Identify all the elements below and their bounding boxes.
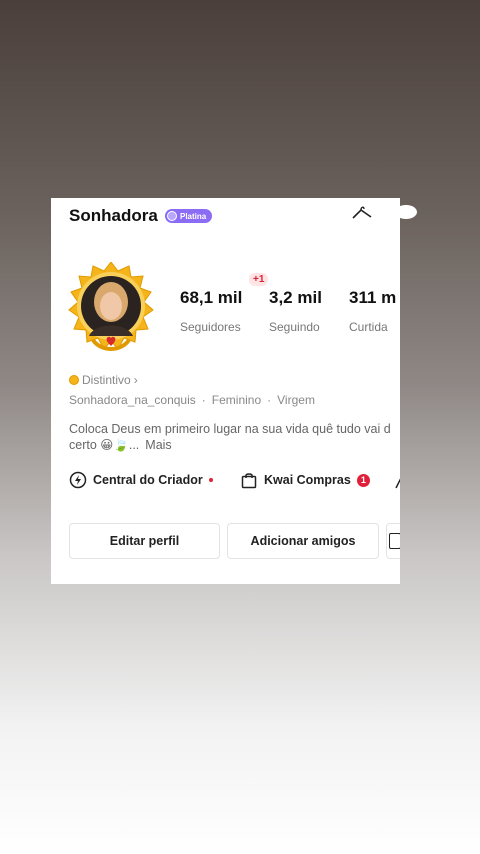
level-badge-icon (167, 211, 177, 221)
edit-profile-button[interactable]: Editar perfil (69, 523, 220, 559)
following-value: 3,2 mil (269, 288, 322, 307)
more-action-icon[interactable] (394, 475, 400, 489)
chevron-right-icon: › (133, 373, 138, 387)
kwai-shop-count: 1 (356, 473, 370, 487)
add-friends-button[interactable]: Adicionar amigos (227, 523, 379, 559)
followers-value: 68,1 mil (180, 288, 243, 307)
distintivo-label: Distintivo (82, 373, 131, 387)
coin-icon (69, 375, 79, 385)
profile-meta: Sonhadora_na_conquis · Feminino · Virgem (69, 393, 315, 407)
level-badge-label: Platina (180, 211, 207, 221)
level-badge[interactable]: Platina (165, 209, 213, 223)
distintivo-link[interactable]: Distintivo › (69, 373, 138, 387)
zodiac-sign: Virgem (277, 393, 315, 407)
more-button-icon (389, 533, 400, 549)
separator-dot: · (201, 393, 206, 407)
creator-center-link[interactable]: Central do Criador (69, 471, 213, 489)
avatar-frame-icon (68, 261, 154, 351)
followers-label: Seguidores (180, 320, 241, 334)
bio: Coloca Deus em primeiro lugar na sua vid… (69, 421, 400, 453)
profile-name: Sonhadora (69, 206, 158, 225)
followers-stat[interactable]: 68,1 mil Seguidores (180, 288, 242, 334)
shopping-bag-icon (241, 473, 257, 489)
kwai-shop-link[interactable]: Kwai Compras 1 (240, 471, 370, 489)
creator-center-label: Central do Criador (93, 473, 203, 487)
likes-label: Curtida (349, 320, 388, 334)
username: Sonhadora_na_conquis (69, 393, 196, 407)
avatar[interactable] (65, 261, 157, 354)
following-stat[interactable]: 3,2 mil Seguindo (269, 288, 322, 334)
lightning-circle-icon (69, 471, 87, 489)
hanger-icon[interactable] (351, 204, 373, 220)
notification-dot (208, 478, 213, 482)
bio-more-link[interactable]: Mais (145, 438, 171, 452)
kwai-shop-label: Kwai Compras (264, 473, 351, 487)
separator-dot: · (267, 393, 272, 407)
more-button[interactable] (386, 523, 400, 559)
likes-stat[interactable]: 311 m Curtida (349, 288, 396, 334)
profile-card: Sonhadora Platina 68,1 mil Seguidores +1… (51, 198, 400, 584)
gender: Feminino (211, 393, 262, 407)
bio-line-2: certo 😀🍃... (69, 438, 140, 452)
new-following-badge: +1 (249, 273, 269, 286)
following-label: Seguindo (269, 320, 320, 334)
overlay-blob (395, 205, 417, 219)
bio-line-1: Coloca Deus em primeiro lugar na sua vid… (69, 422, 391, 436)
likes-value: 311 m (349, 288, 397, 307)
